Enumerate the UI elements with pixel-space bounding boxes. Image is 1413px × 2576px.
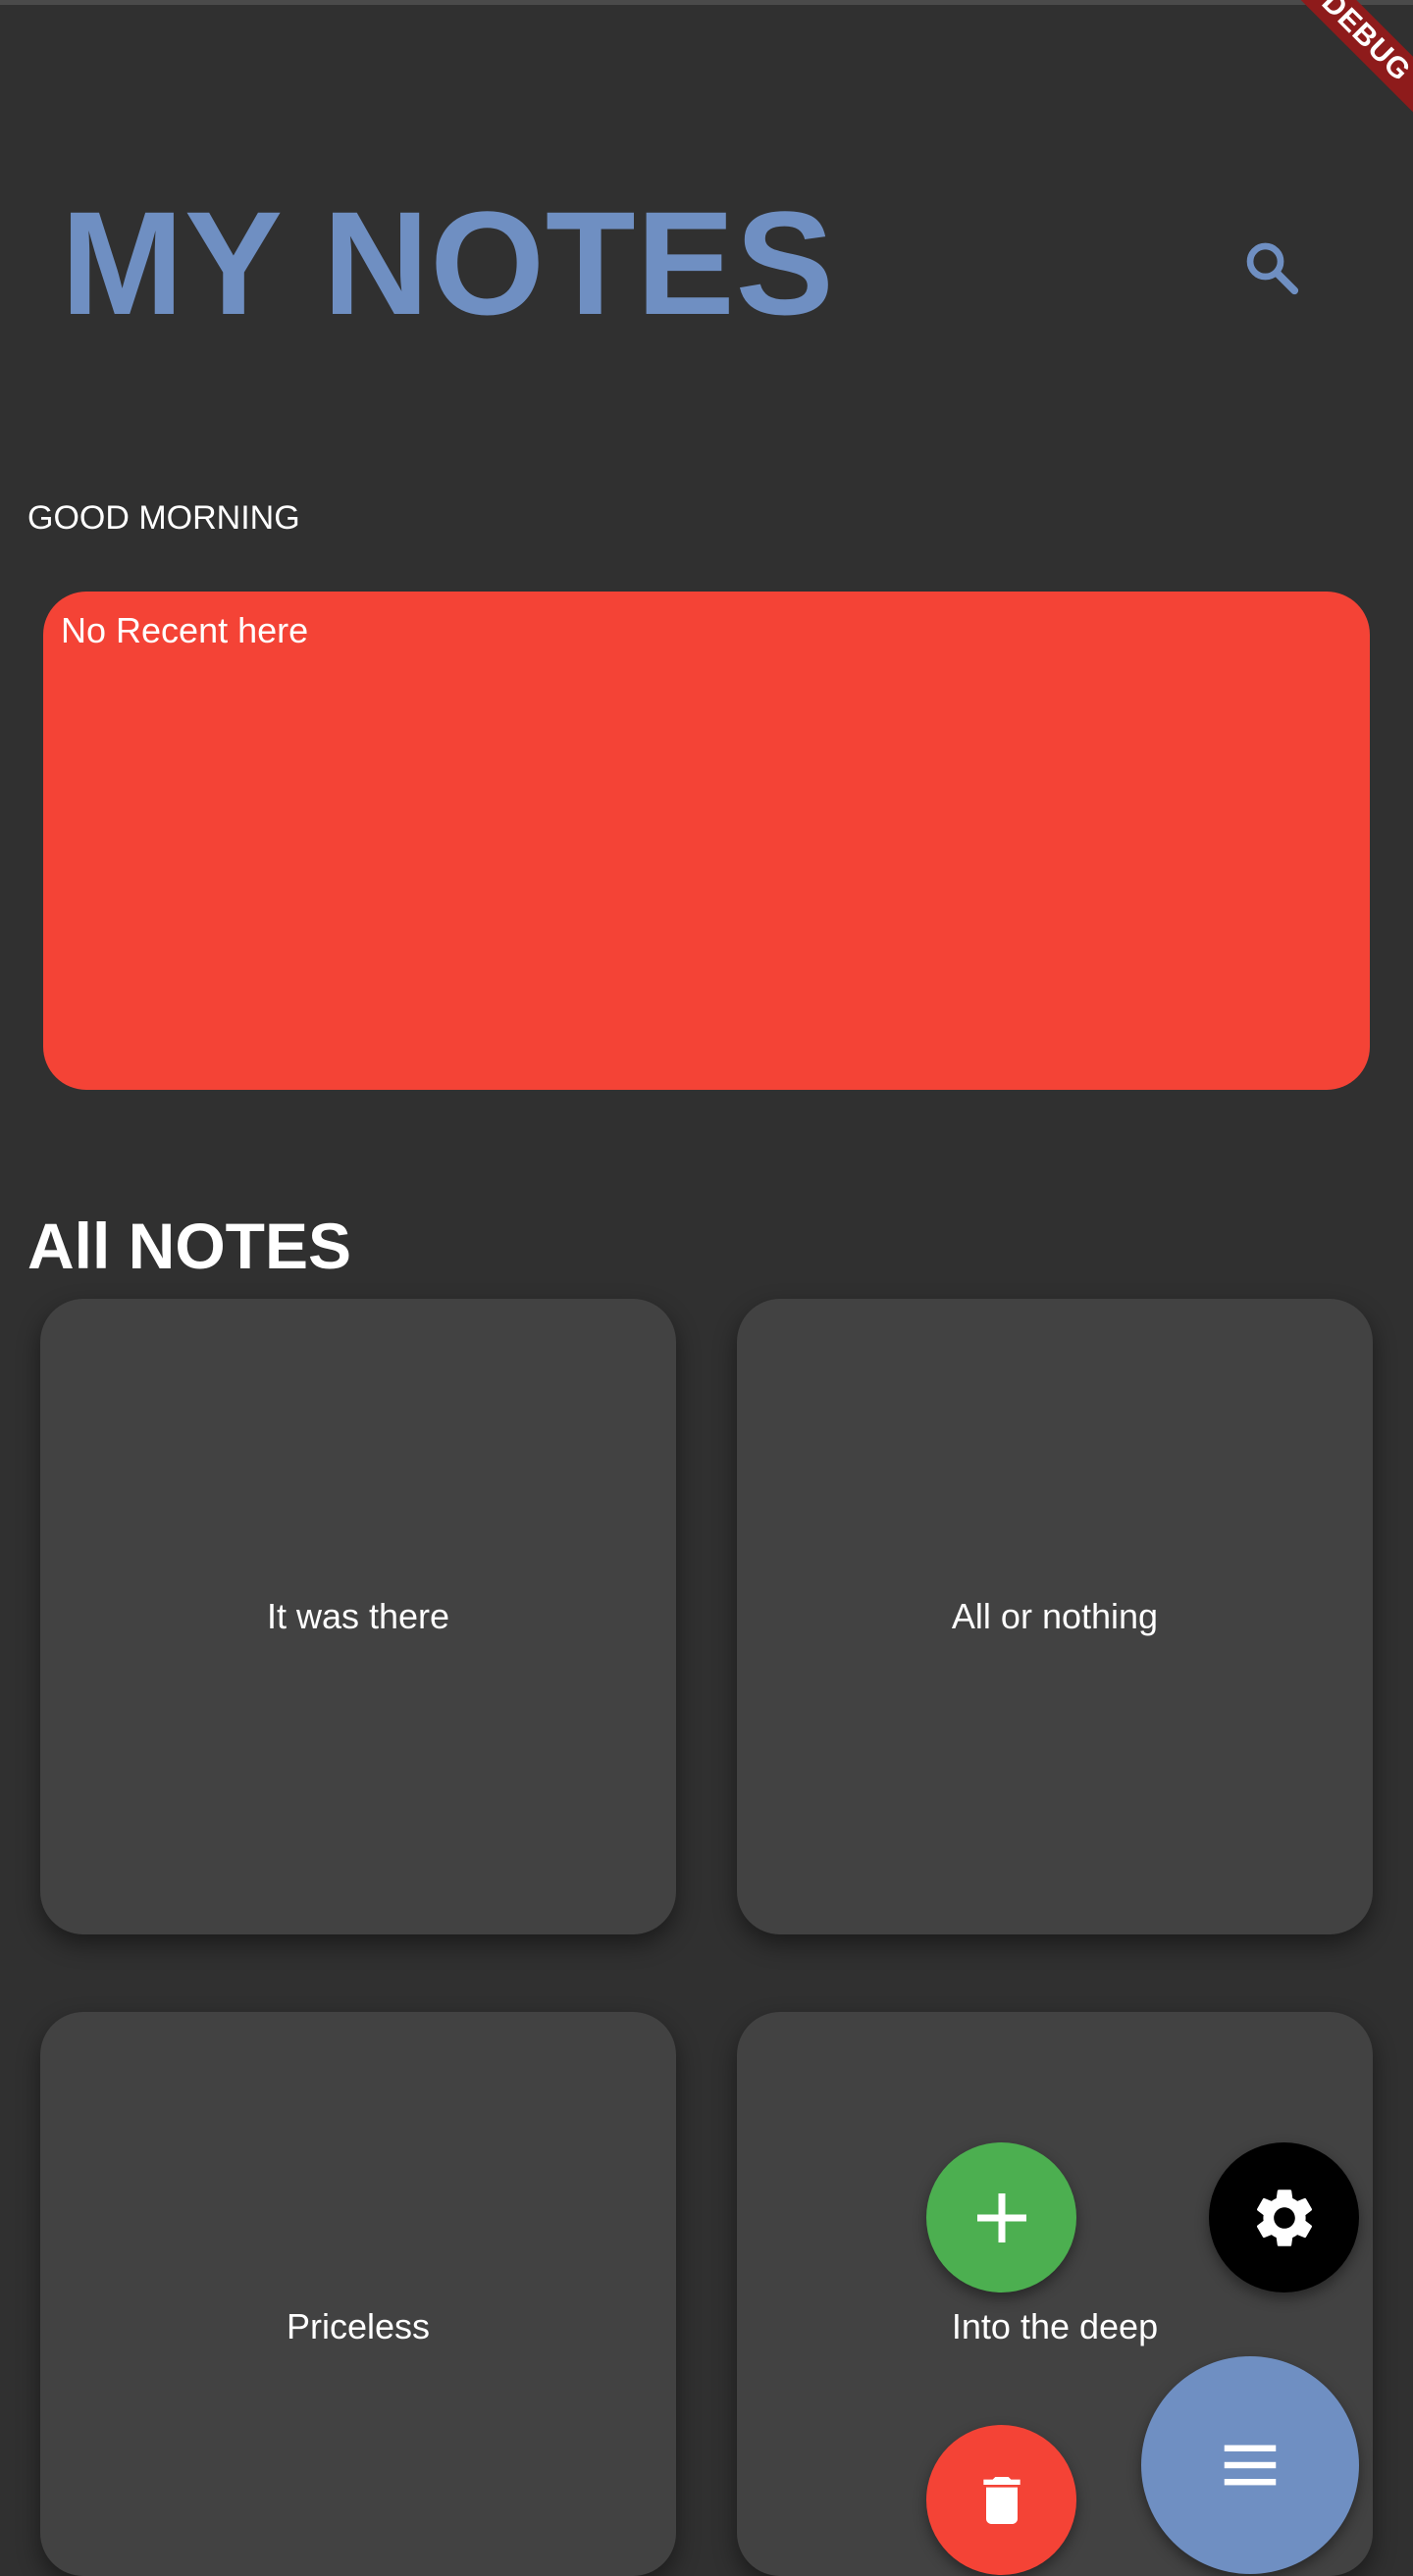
note-title: It was there [266,1596,450,1636]
delete-button[interactable] [926,2425,1076,2575]
note-title: Priceless [286,2306,431,2346]
note-card[interactable]: All or nothing [737,1299,1373,1934]
note-title: All or nothing [951,1596,1159,1636]
greeting-text: GOOD MORNING [27,499,300,537]
plus-icon [976,2192,1026,2242]
note-title: Into the deep [951,2306,1159,2346]
menu-fab-button[interactable] [1141,2356,1359,2574]
status-bar-edge [0,0,1413,5]
all-notes-heading: All NOTES [27,1210,352,1282]
add-note-button[interactable] [926,2142,1076,2293]
settings-button[interactable] [1209,2142,1359,2293]
search-button[interactable] [1231,228,1312,308]
recent-notes-card[interactable]: No Recent here [43,592,1370,1090]
debug-banner-label: DEBUG [1295,0,1413,118]
menu-icon [1224,2445,1277,2486]
note-card[interactable]: It was there [40,1299,676,1934]
debug-banner: DEBUG [1295,0,1413,118]
note-card[interactable]: Priceless [40,2012,676,2576]
gear-icon [1256,2189,1312,2246]
recent-empty-message: No Recent here [61,610,309,650]
trash-icon [982,2476,1020,2524]
app-title: MY NOTES [61,180,835,345]
search-icon [1246,242,1299,295]
